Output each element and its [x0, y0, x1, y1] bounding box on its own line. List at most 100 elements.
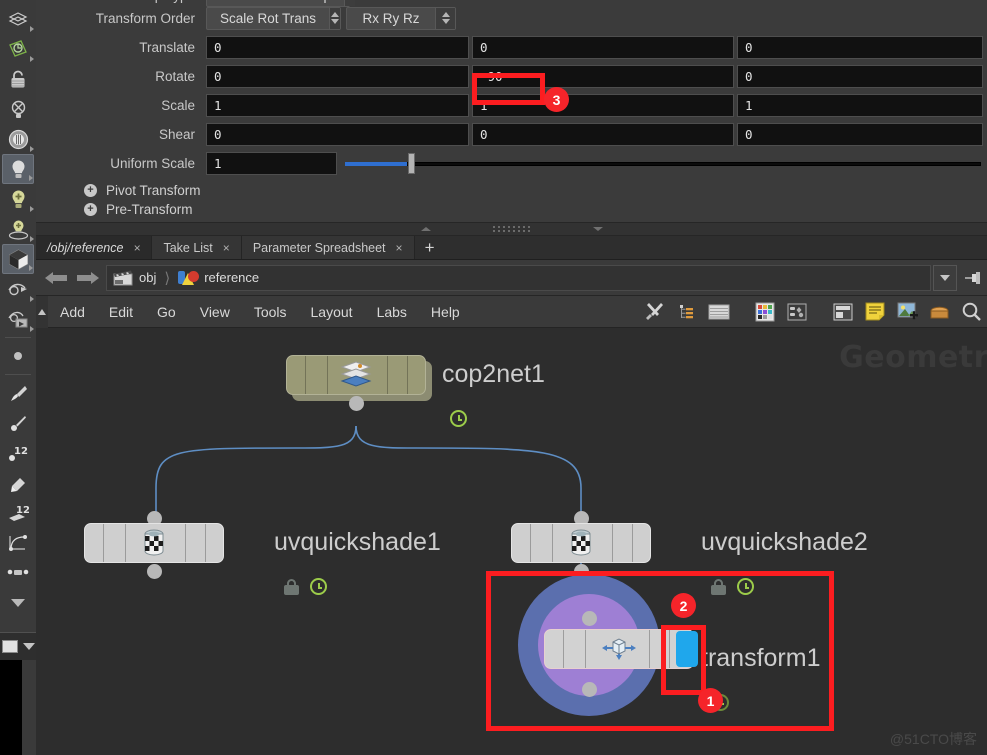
- light-off-tool-button[interactable]: [2, 94, 34, 124]
- translate-x-field[interactable]: 0: [206, 36, 469, 59]
- light-tool-button[interactable]: [2, 154, 34, 184]
- color-swatch[interactable]: [2, 640, 18, 653]
- rotate-y-field[interactable]: -90: [472, 65, 734, 88]
- translate-y-field[interactable]: 0: [472, 36, 734, 59]
- uniform-scale-field[interactable]: 1: [206, 152, 337, 175]
- pane-splitter[interactable]: [36, 222, 987, 236]
- tab-take-list[interactable]: Take List ×: [152, 236, 242, 259]
- tab-parameter-spreadsheet[interactable]: Parameter Spreadsheet ×: [241, 236, 415, 259]
- pick-tool-button[interactable]: [2, 408, 34, 438]
- shading-tool-button[interactable]: [2, 124, 34, 154]
- node-uvquickshade1[interactable]: uvquickshade1: [84, 501, 441, 595]
- camera-switch-tool-button[interactable]: [2, 304, 34, 334]
- add-image-icon[interactable]: [892, 299, 922, 325]
- shear-y-field[interactable]: 0: [472, 123, 734, 146]
- tab-obj-reference[interactable]: /obj/reference ×: [36, 236, 153, 259]
- camera-view-tool-button[interactable]: [2, 274, 34, 304]
- shear-x-field[interactable]: 0: [206, 123, 469, 146]
- expander-plus-icon[interactable]: +: [84, 183, 97, 197]
- network-editor-canvas[interactable]: Geometry @51CTO博客: [36, 328, 987, 755]
- menu-layout[interactable]: Layout: [299, 304, 365, 320]
- splitter-collapse-down-icon[interactable]: [592, 227, 603, 231]
- menu-tools[interactable]: Tools: [242, 304, 299, 320]
- color-dropdown-icon[interactable]: [23, 643, 35, 650]
- env-box-tool-button[interactable]: [2, 244, 34, 274]
- menu-view[interactable]: View: [188, 304, 242, 320]
- color-palette-icon[interactable]: [750, 299, 780, 325]
- translate-z-field[interactable]: 0: [737, 36, 983, 59]
- clock-badge-icon[interactable]: [450, 410, 467, 427]
- node-uvquickshade2[interactable]: uvquickshade2: [511, 501, 868, 595]
- menu-help[interactable]: Help: [419, 304, 472, 320]
- list-view-icon[interactable]: [704, 299, 734, 325]
- tree-view-icon[interactable]: [672, 299, 702, 325]
- splitter-collapse-up-icon[interactable]: [420, 227, 431, 231]
- rotate-z-field[interactable]: 0: [737, 65, 983, 88]
- lock-tool-button[interactable]: [2, 64, 34, 94]
- rotation-order-menu[interactable]: Rx Ry Rz: [346, 6, 456, 30]
- transform-order-menu[interactable]: Scale Rot Trans: [206, 6, 341, 30]
- tab-close-icon[interactable]: ×: [223, 241, 230, 255]
- add-light-tool-button[interactable]: [2, 184, 34, 214]
- splitter-grip[interactable]: [492, 226, 531, 232]
- menu-go[interactable]: Go: [145, 304, 188, 320]
- node-output-port[interactable]: [582, 682, 597, 697]
- spinner-icon[interactable]: [329, 7, 340, 29]
- menu-edit[interactable]: Edit: [97, 304, 145, 320]
- scale-z-field[interactable]: 1: [737, 94, 983, 117]
- menu-expand-handle[interactable]: [36, 295, 48, 328]
- curve-tool-button[interactable]: [2, 528, 34, 558]
- box-icon[interactable]: [924, 299, 954, 325]
- add-tab-button[interactable]: +: [415, 236, 445, 259]
- place-light-tool-button[interactable]: [2, 214, 34, 244]
- menu-labs[interactable]: Labs: [365, 304, 419, 320]
- node-body[interactable]: [84, 523, 224, 563]
- panes-icon[interactable]: [828, 299, 858, 325]
- menu-add[interactable]: Add: [48, 304, 97, 320]
- spinner-icon[interactable]: [435, 7, 455, 29]
- node-body[interactable]: [511, 523, 651, 563]
- paint-fill-tool-button[interactable]: [2, 468, 34, 498]
- node-output-port[interactable]: [349, 396, 364, 411]
- handles-tool-button[interactable]: [2, 558, 34, 588]
- number-12-tool-button[interactable]: 12: [2, 438, 34, 468]
- section-pre-transform[interactable]: + Pre-Transform: [36, 202, 987, 216]
- tools-icon[interactable]: [640, 299, 670, 325]
- search-icon[interactable]: [956, 299, 986, 325]
- node-input-port[interactable]: [582, 611, 597, 626]
- path-breadcrumb-field[interactable]: obj ⟩ reference: [106, 264, 931, 291]
- pin-icon[interactable]: [961, 265, 987, 291]
- node-body[interactable]: [544, 629, 694, 669]
- node-cop2net1[interactable]: cop2net1: [286, 355, 545, 427]
- back-arrow-icon[interactable]: [42, 265, 72, 291]
- node-body[interactable]: [286, 355, 426, 395]
- path-history-dropdown[interactable]: [933, 264, 957, 291]
- breadcrumb-reference[interactable]: reference: [178, 270, 259, 286]
- breadcrumb-obj[interactable]: obj: [113, 269, 156, 286]
- lock-badge-icon[interactable]: [284, 578, 299, 595]
- clock-badge-icon[interactable]: [737, 578, 754, 595]
- shear-z-field[interactable]: 0: [737, 123, 983, 146]
- tab-close-icon[interactable]: ×: [133, 241, 140, 255]
- clock-badge-icon[interactable]: [310, 578, 327, 595]
- lock-badge-icon[interactable]: [711, 578, 726, 595]
- forward-arrow-icon[interactable]: [72, 265, 102, 291]
- slider-knob[interactable]: [408, 153, 415, 174]
- brush-tool-button[interactable]: [2, 378, 34, 408]
- rotate-x-field[interactable]: 0: [206, 65, 469, 88]
- scale-x-field[interactable]: 1: [206, 94, 469, 117]
- section-pivot-transform[interactable]: + Pivot Transform: [36, 178, 987, 202]
- node-display-flag[interactable]: [676, 631, 698, 667]
- scale-y-field[interactable]: 1: [472, 94, 734, 117]
- node-shapes-icon[interactable]: [782, 299, 812, 325]
- more-tools-button[interactable]: [2, 588, 34, 618]
- uniform-scale-slider[interactable]: [345, 152, 981, 175]
- sticky-note-icon[interactable]: [860, 299, 890, 325]
- layers-tool-button[interactable]: [2, 4, 34, 34]
- number-12-plane-tool-button[interactable]: 12: [2, 498, 34, 528]
- uv-edit-tool-button[interactable]: [2, 34, 34, 64]
- node-output-port[interactable]: [147, 564, 162, 579]
- expander-plus-icon[interactable]: +: [84, 202, 97, 216]
- point-tool-button[interactable]: [2, 341, 34, 371]
- tab-close-icon[interactable]: ×: [396, 241, 403, 255]
